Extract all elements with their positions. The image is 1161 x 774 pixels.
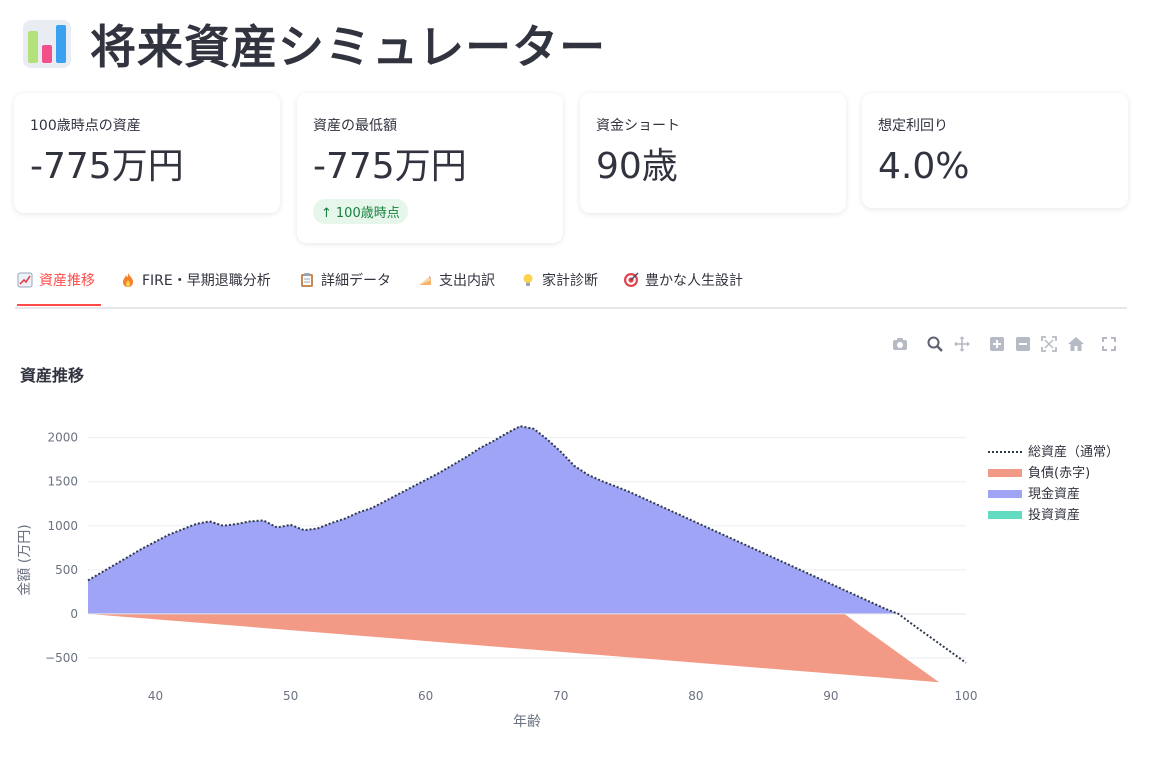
y-tick-label: 2000 xyxy=(47,431,78,445)
cash-assets-area xyxy=(88,426,966,614)
x-axis-label: 年齢 xyxy=(513,714,541,730)
x-tick-label: 40 xyxy=(148,689,163,703)
asset-trend-chart[interactable]: −500 0 500 1000 1500 2000 40 50 60 70 80 90 100 年齢 金額 … xyxy=(0,0,1161,774)
legend-label: 総資産（通常） xyxy=(1028,444,1119,460)
y-tick-label: 1500 xyxy=(47,475,78,489)
x-tick-label: 60 xyxy=(418,689,433,703)
legend-item-debt: 負債(赤字) xyxy=(988,466,1090,481)
y-tick-label: −500 xyxy=(45,651,78,665)
legend-swatch xyxy=(988,511,1022,519)
legend-label: 負債(赤字) xyxy=(1028,466,1090,481)
x-tick-label: 70 xyxy=(553,689,568,703)
legend-swatch xyxy=(988,469,1022,477)
x-tick-label: 90 xyxy=(823,689,838,703)
y-tick-label: 0 xyxy=(70,607,78,621)
debt-area xyxy=(88,613,939,683)
legend-item-invest: 投資資産 xyxy=(988,507,1080,523)
y-axis-label: 金額 (万円) xyxy=(17,524,33,595)
legend-label: 投資資産 xyxy=(1028,507,1080,523)
legend-swatch xyxy=(988,490,1022,498)
x-tick-label: 100 xyxy=(955,689,978,703)
legend-item-total: 総資産（通常） xyxy=(988,444,1119,460)
y-tick-label: 1000 xyxy=(47,519,78,533)
x-tick-label: 50 xyxy=(283,689,298,703)
y-tick-label: 500 xyxy=(55,563,78,577)
legend-label: 現金資産 xyxy=(1028,486,1080,502)
legend-item-cash: 現金資産 xyxy=(988,486,1080,502)
x-tick-label: 80 xyxy=(688,689,703,703)
